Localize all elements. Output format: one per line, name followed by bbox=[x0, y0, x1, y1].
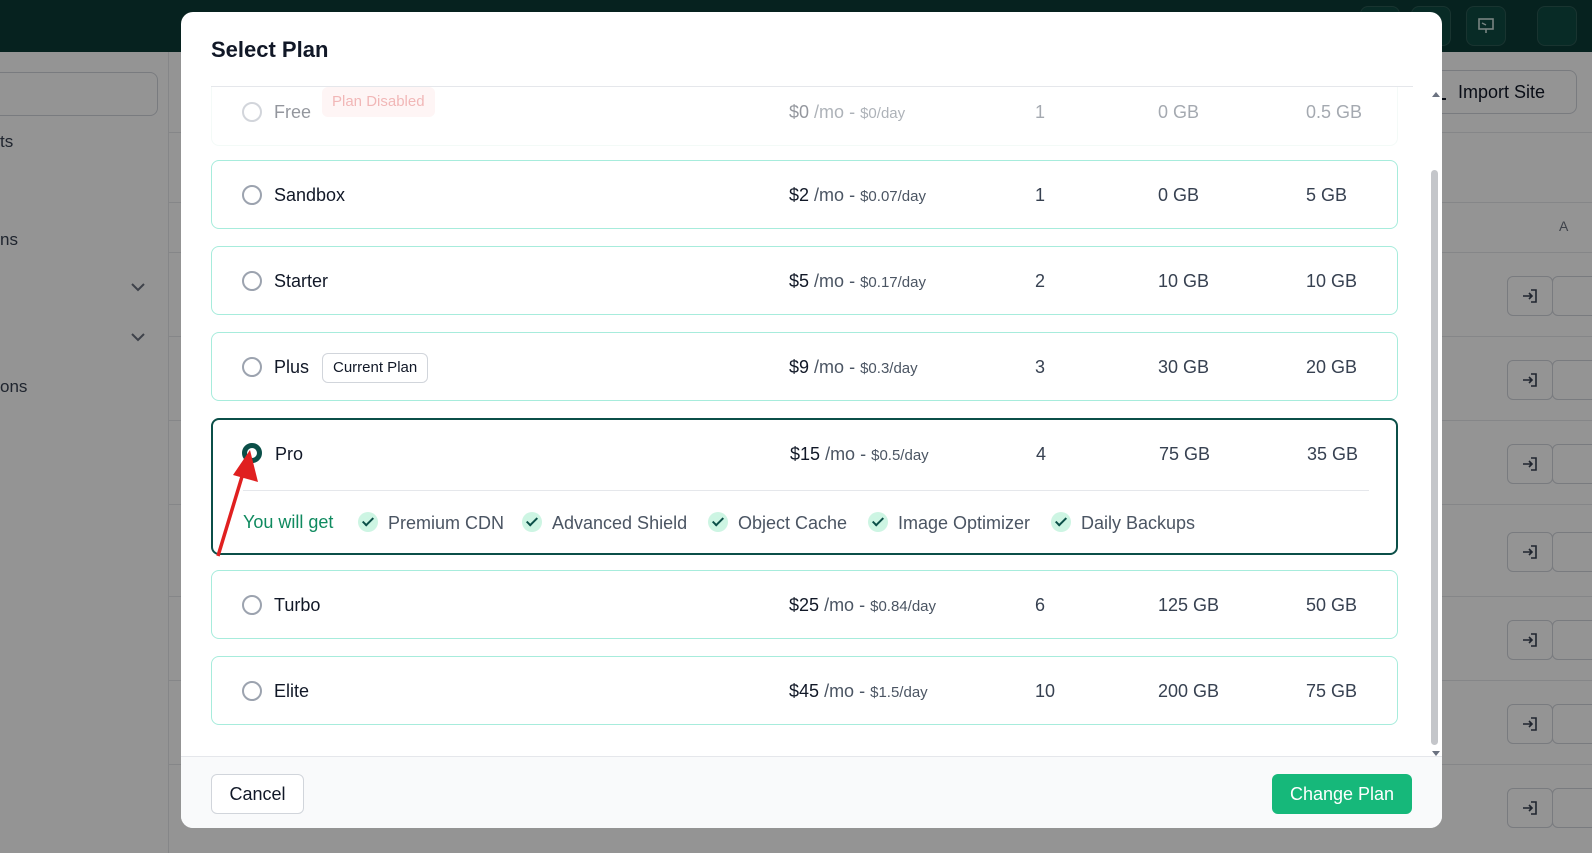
red-arrow-icon bbox=[216, 450, 258, 557]
plan-sites: 4 bbox=[1036, 444, 1047, 464]
plan-sites: 1 bbox=[1035, 185, 1046, 205]
plan-price: $9 /mo - $0.3/day bbox=[789, 357, 918, 377]
plan-bandwidth: 35 GB bbox=[1307, 444, 1359, 464]
plan-storage: 0 GB bbox=[1158, 185, 1200, 205]
plan-sites: 6 bbox=[1035, 595, 1046, 615]
plan-price: $15 /mo - $0.5/day bbox=[790, 444, 929, 464]
plan-sites: 2 bbox=[1035, 271, 1046, 291]
check-circle-icon bbox=[522, 512, 542, 532]
feature-item: Premium CDN bbox=[358, 512, 504, 534]
plan-option-turbo[interactable]: Turbo $25 /mo - $0.84/day 6 125 GB 50 GB bbox=[211, 570, 1398, 639]
current-plan-badge: Current Plan bbox=[322, 353, 429, 383]
check-circle-icon bbox=[868, 512, 888, 532]
plan-storage: 30 GB bbox=[1158, 357, 1210, 377]
cancel-button[interactable]: Cancel bbox=[211, 774, 304, 814]
plan-storage: 10 GB bbox=[1158, 271, 1210, 291]
change-plan-button[interactable]: Change Plan bbox=[1272, 774, 1412, 814]
plan-price: $5 /mo - $0.17/day bbox=[789, 271, 926, 291]
scrollbar-thumb[interactable] bbox=[1431, 170, 1438, 745]
plan-sites: 10 bbox=[1035, 681, 1056, 701]
scrollbar[interactable] bbox=[1430, 90, 1440, 756]
plan-name: Sandbox bbox=[274, 185, 346, 205]
plan-sites: 1 bbox=[1035, 102, 1046, 122]
plan-price: $25 /mo - $0.84/day bbox=[789, 595, 936, 615]
check-circle-icon bbox=[1051, 512, 1071, 532]
feature-item: Advanced Shield bbox=[522, 512, 687, 534]
divider bbox=[243, 490, 1369, 491]
plan-name: Plus bbox=[274, 357, 310, 377]
plan-option-sandbox[interactable]: Sandbox $2 /mo - $0.07/day 1 0 GB 5 GB bbox=[211, 160, 1398, 229]
plan-storage: 0 GB bbox=[1158, 102, 1200, 122]
plan-bandwidth: 75 GB bbox=[1306, 681, 1358, 701]
plan-bandwidth: 0.5 GB bbox=[1306, 102, 1363, 122]
plan-disabled-badge: Plan Disabled bbox=[322, 87, 435, 117]
modal-footer: Cancel Change Plan bbox=[181, 756, 1442, 828]
radio-icon bbox=[242, 102, 262, 122]
scroll-up-icon[interactable] bbox=[1432, 92, 1440, 97]
plan-price: $2 /mo - $0.07/day bbox=[789, 185, 926, 205]
plan-option-elite[interactable]: Elite $45 /mo - $1.5/day 10 200 GB 75 GB bbox=[211, 656, 1398, 725]
radio-icon[interactable] bbox=[242, 357, 262, 377]
plan-bandwidth: 50 GB bbox=[1306, 595, 1358, 615]
feature-item: Image Optimizer bbox=[868, 512, 1030, 534]
radio-icon[interactable] bbox=[242, 185, 262, 205]
plan-name: Turbo bbox=[274, 595, 321, 615]
radio-icon[interactable] bbox=[242, 271, 262, 291]
plan-price: $45 /mo - $1.5/day bbox=[789, 681, 928, 701]
radio-icon[interactable] bbox=[242, 681, 262, 701]
check-circle-icon bbox=[708, 512, 728, 532]
plan-option-pro[interactable]: Pro $15 /mo - $0.5/day 4 75 GB 35 GB You… bbox=[211, 418, 1398, 555]
select-plan-modal: Select Plan Free Plan Disabled $0 /mo - … bbox=[181, 12, 1442, 828]
plan-bandwidth: 20 GB bbox=[1306, 357, 1358, 377]
plan-name: Pro bbox=[275, 444, 304, 464]
radio-icon[interactable] bbox=[242, 595, 262, 615]
plan-option-starter[interactable]: Starter $5 /mo - $0.17/day 2 10 GB 10 GB bbox=[211, 246, 1398, 315]
feature-item: Object Cache bbox=[708, 512, 847, 534]
plan-name: Free bbox=[274, 102, 312, 122]
plan-bandwidth: 5 GB bbox=[1306, 185, 1348, 205]
plan-option-free: Free Plan Disabled $0 /mo - $0/day 1 0 G… bbox=[211, 87, 1398, 146]
plan-storage: 75 GB bbox=[1159, 444, 1211, 464]
plan-option-plus[interactable]: Plus Current Plan $9 /mo - $0.3/day 3 30… bbox=[211, 332, 1398, 401]
modal-title: Select Plan bbox=[211, 37, 329, 62]
plan-bandwidth: 10 GB bbox=[1306, 271, 1358, 291]
plan-name: Elite bbox=[274, 681, 310, 701]
check-circle-icon bbox=[358, 512, 378, 532]
plan-sites: 3 bbox=[1035, 357, 1046, 377]
plan-storage: 125 GB bbox=[1158, 595, 1220, 615]
plan-storage: 200 GB bbox=[1158, 681, 1220, 701]
plan-list: Free Plan Disabled $0 /mo - $0/day 1 0 G… bbox=[181, 87, 1442, 756]
feature-item: Daily Backups bbox=[1051, 512, 1195, 534]
plan-price: $0 /mo - $0/day bbox=[789, 102, 906, 122]
plan-name: Starter bbox=[274, 271, 329, 291]
